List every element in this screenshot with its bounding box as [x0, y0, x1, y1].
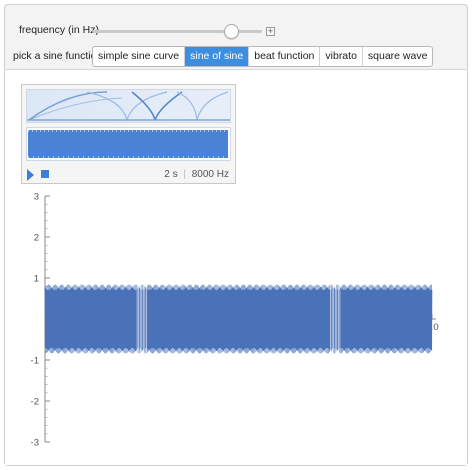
y-tick-label: 1	[34, 274, 39, 285]
waveform-plot: -3-2-11230.5 1.0 1.5 2.0	[31, 192, 439, 449]
y-tick-label: 2	[34, 233, 39, 244]
y-tick-label: -3	[31, 438, 39, 449]
y-tick-label: -1	[31, 356, 39, 367]
y-tick-label: -2	[31, 397, 39, 408]
y-tick-label: 3	[34, 192, 39, 203]
waveform-series	[44, 284, 433, 354]
